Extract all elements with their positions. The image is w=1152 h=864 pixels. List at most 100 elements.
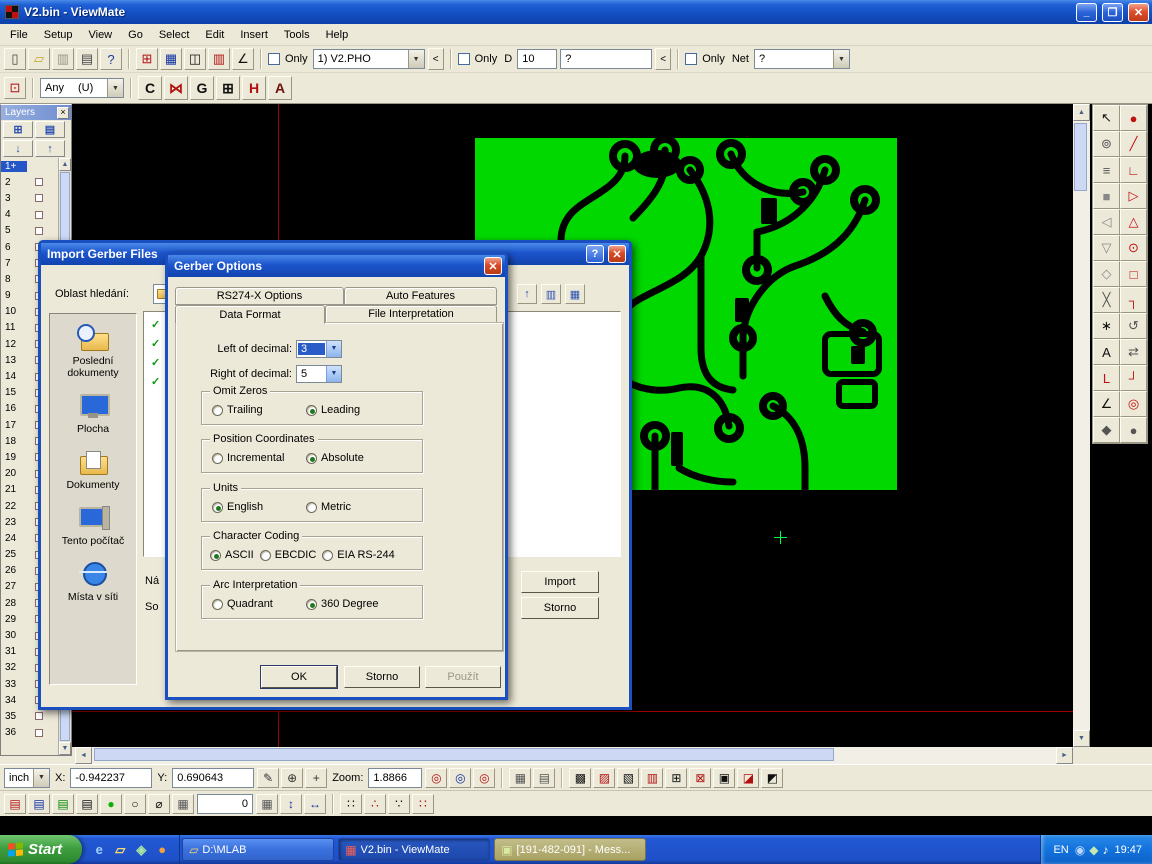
select-mode-icon[interactable]: ⊡ <box>4 77 26 99</box>
window-titlebar[interactable]: V2.bin - ViewMate _ ❐ ✕ <box>0 0 1152 24</box>
net-combo[interactable]: ? ▼ <box>754 49 850 69</box>
circle-pad-icon[interactable]: ⊙ <box>1120 235 1147 261</box>
layer-combo[interactable]: 1) V2.PHO ▼ <box>313 49 425 69</box>
layer-row-3[interactable]: 3 <box>1 190 58 206</box>
route-end-icon[interactable]: ┘ <box>1120 365 1147 391</box>
vertical-scroll-thumb[interactable] <box>1074 123 1087 191</box>
filled-plane-icon[interactable]: ■ <box>1093 183 1120 209</box>
zoom-in-icon[interactable]: ◎ <box>425 768 447 788</box>
radio-eia-rs-244[interactable]: EIA RS-244 <box>322 549 394 561</box>
open-file-icon[interactable]: ▱ <box>28 48 50 70</box>
net-edit-icon[interactable]: ▣ <box>713 768 735 788</box>
scroll-up-icon[interactable]: ▲ <box>59 158 71 171</box>
place-plocha[interactable]: Plocha <box>52 392 134 435</box>
film-black-icon[interactable]: ▤ <box>76 794 98 814</box>
radio-metric[interactable]: Metric <box>306 501 351 513</box>
align-icon[interactable]: ↔ <box>304 794 326 814</box>
film-green-icon[interactable]: ▤ <box>52 794 74 814</box>
left-of-decimal-combo[interactable]: 3 ▼ <box>296 340 342 358</box>
vertical-scrollbar[interactable]: ▲ ▼ <box>1073 104 1090 747</box>
zoom-out-icon[interactable]: ◎ <box>473 768 495 788</box>
fill-mode-icon[interactable]: ◩ <box>761 768 783 788</box>
trace-edit-icon[interactable]: ⊞ <box>665 768 687 788</box>
pan-icon[interactable]: + <box>305 768 327 788</box>
only-layer-checkbox[interactable] <box>268 53 280 65</box>
film-red-icon[interactable]: ▤ <box>4 794 26 814</box>
layer-row-36[interactable]: 36 <box>1 725 58 741</box>
triangle-pad-icon[interactable]: △ <box>1120 209 1147 235</box>
apply-button[interactable]: Použít <box>425 666 501 688</box>
move-layer-down-icon[interactable]: ↓ <box>3 140 33 157</box>
view-menu-icon[interactable]: ▦ <box>565 284 585 304</box>
horizontal-scroll-track[interactable] <box>92 747 1056 764</box>
arc-mode-icon[interactable]: ▧ <box>617 768 639 788</box>
prev-layer-button[interactable]: < <box>428 48 444 70</box>
h-command-icon[interactable]: H <box>242 76 266 100</box>
text-icon[interactable]: A <box>1093 339 1120 365</box>
radio-leading[interactable]: Leading <box>306 404 360 416</box>
chevron-down-icon[interactable]: ▼ <box>833 50 849 68</box>
scroll-up-icon[interactable]: ▲ <box>1073 104 1090 121</box>
help-icon[interactable]: ? <box>586 245 604 263</box>
angle-icon[interactable]: ∠ <box>1093 391 1120 417</box>
draw-corner-icon[interactable]: ∟ <box>1120 157 1147 183</box>
only-net-checkbox[interactable] <box>685 53 697 65</box>
print-icon[interactable]: ▤ <box>76 48 98 70</box>
query-edit-icon[interactable]: ⊠ <box>689 768 711 788</box>
grid-lines-icon[interactable]: ▤ <box>533 768 555 788</box>
new-folder-icon[interactable]: ▥ <box>541 284 561 304</box>
c-command-icon[interactable]: C <box>138 76 162 100</box>
ok-button[interactable]: OK <box>261 666 337 688</box>
grid-dots-icon[interactable]: ▦ <box>509 768 531 788</box>
horizontal-scroll-thumb[interactable] <box>94 748 834 761</box>
dot-pattern-1-icon[interactable]: ∷ <box>340 794 362 814</box>
draw-pencil-icon[interactable]: ✎ <box>257 768 279 788</box>
radio-trailing[interactable]: Trailing <box>212 404 298 416</box>
place-dokumenty[interactable]: Dokumenty <box>52 448 134 491</box>
menu-item-view[interactable]: View <box>80 26 120 44</box>
dot-pattern-4-icon[interactable]: ∷ <box>412 794 434 814</box>
right-of-decimal-combo[interactable]: 5 ▼ <box>296 365 342 383</box>
task-d-mlab[interactable]: ▱D:\MLAB <box>182 838 334 861</box>
gear-icon[interactable]: ∗ <box>1093 313 1120 339</box>
flash-mode-icon[interactable]: ▩ <box>569 768 591 788</box>
line-mode-icon[interactable]: ▨ <box>593 768 615 788</box>
layer-visibility-box[interactable] <box>35 178 43 186</box>
menu-item-select[interactable]: Select <box>151 26 198 44</box>
stackup-icon[interactable]: ≡ <box>1093 157 1120 183</box>
dot-pattern-3-icon[interactable]: ∵ <box>388 794 410 814</box>
browser-launch-icon[interactable]: ● <box>153 841 171 859</box>
delete-icon[interactable]: ╳ <box>1093 287 1120 313</box>
radio-absolute[interactable]: Absolute <box>306 452 364 464</box>
tab-rs274-x-options[interactable]: RS274-X Options <box>175 287 344 305</box>
folder-launch-icon[interactable]: ▱ <box>111 841 129 859</box>
radio-incremental[interactable]: Incremental <box>212 452 298 464</box>
scroll-right-icon[interactable]: ► <box>1056 747 1073 764</box>
new-file-icon[interactable]: ▯ <box>4 48 26 70</box>
layer-row-4[interactable]: 4 <box>1 207 58 223</box>
net-icon[interactable]: ◆ <box>1093 417 1120 443</box>
chevron-down-icon[interactable]: ▼ <box>33 769 49 787</box>
layer-row-2[interactable]: 2 <box>1 174 58 190</box>
grid-value-field[interactable]: 0 <box>197 794 253 814</box>
film-box-icon[interactable]: ▥ <box>208 48 230 70</box>
layer-table-icon[interactable]: ◫ <box>184 48 206 70</box>
flip-icon[interactable]: ▽ <box>1093 235 1120 261</box>
messenger-icon[interactable]: ◆ <box>1089 843 1098 857</box>
aperture-table-icon[interactable]: ▦ <box>160 48 182 70</box>
place-tento-po-ta[interactable]: Tento počítač <box>52 504 134 547</box>
tab-auto-features[interactable]: Auto Features <box>344 287 497 305</box>
text-command-icon[interactable]: A <box>268 76 292 100</box>
undo-icon[interactable]: ↺ <box>1120 313 1147 339</box>
layer-grid-icon[interactable]: ⊞ <box>3 121 33 138</box>
only-dcode-checkbox[interactable] <box>458 53 470 65</box>
dcode-field[interactable]: 10 <box>517 49 557 69</box>
layer-row-35[interactable]: 35 <box>1 708 58 724</box>
maximize-icon[interactable]: ❐ <box>1102 3 1123 22</box>
layer-visibility-box[interactable] <box>35 712 43 720</box>
radio-quadrant[interactable]: Quadrant <box>212 598 298 610</box>
gerber-dialog-titlebar[interactable]: Gerber Options ✕ <box>168 255 505 277</box>
circle-tool-icon[interactable]: ○ <box>124 794 146 814</box>
grid-toggle-icon[interactable]: ▦ <box>172 794 194 814</box>
explorer-launch-icon[interactable]: ◈ <box>132 841 150 859</box>
